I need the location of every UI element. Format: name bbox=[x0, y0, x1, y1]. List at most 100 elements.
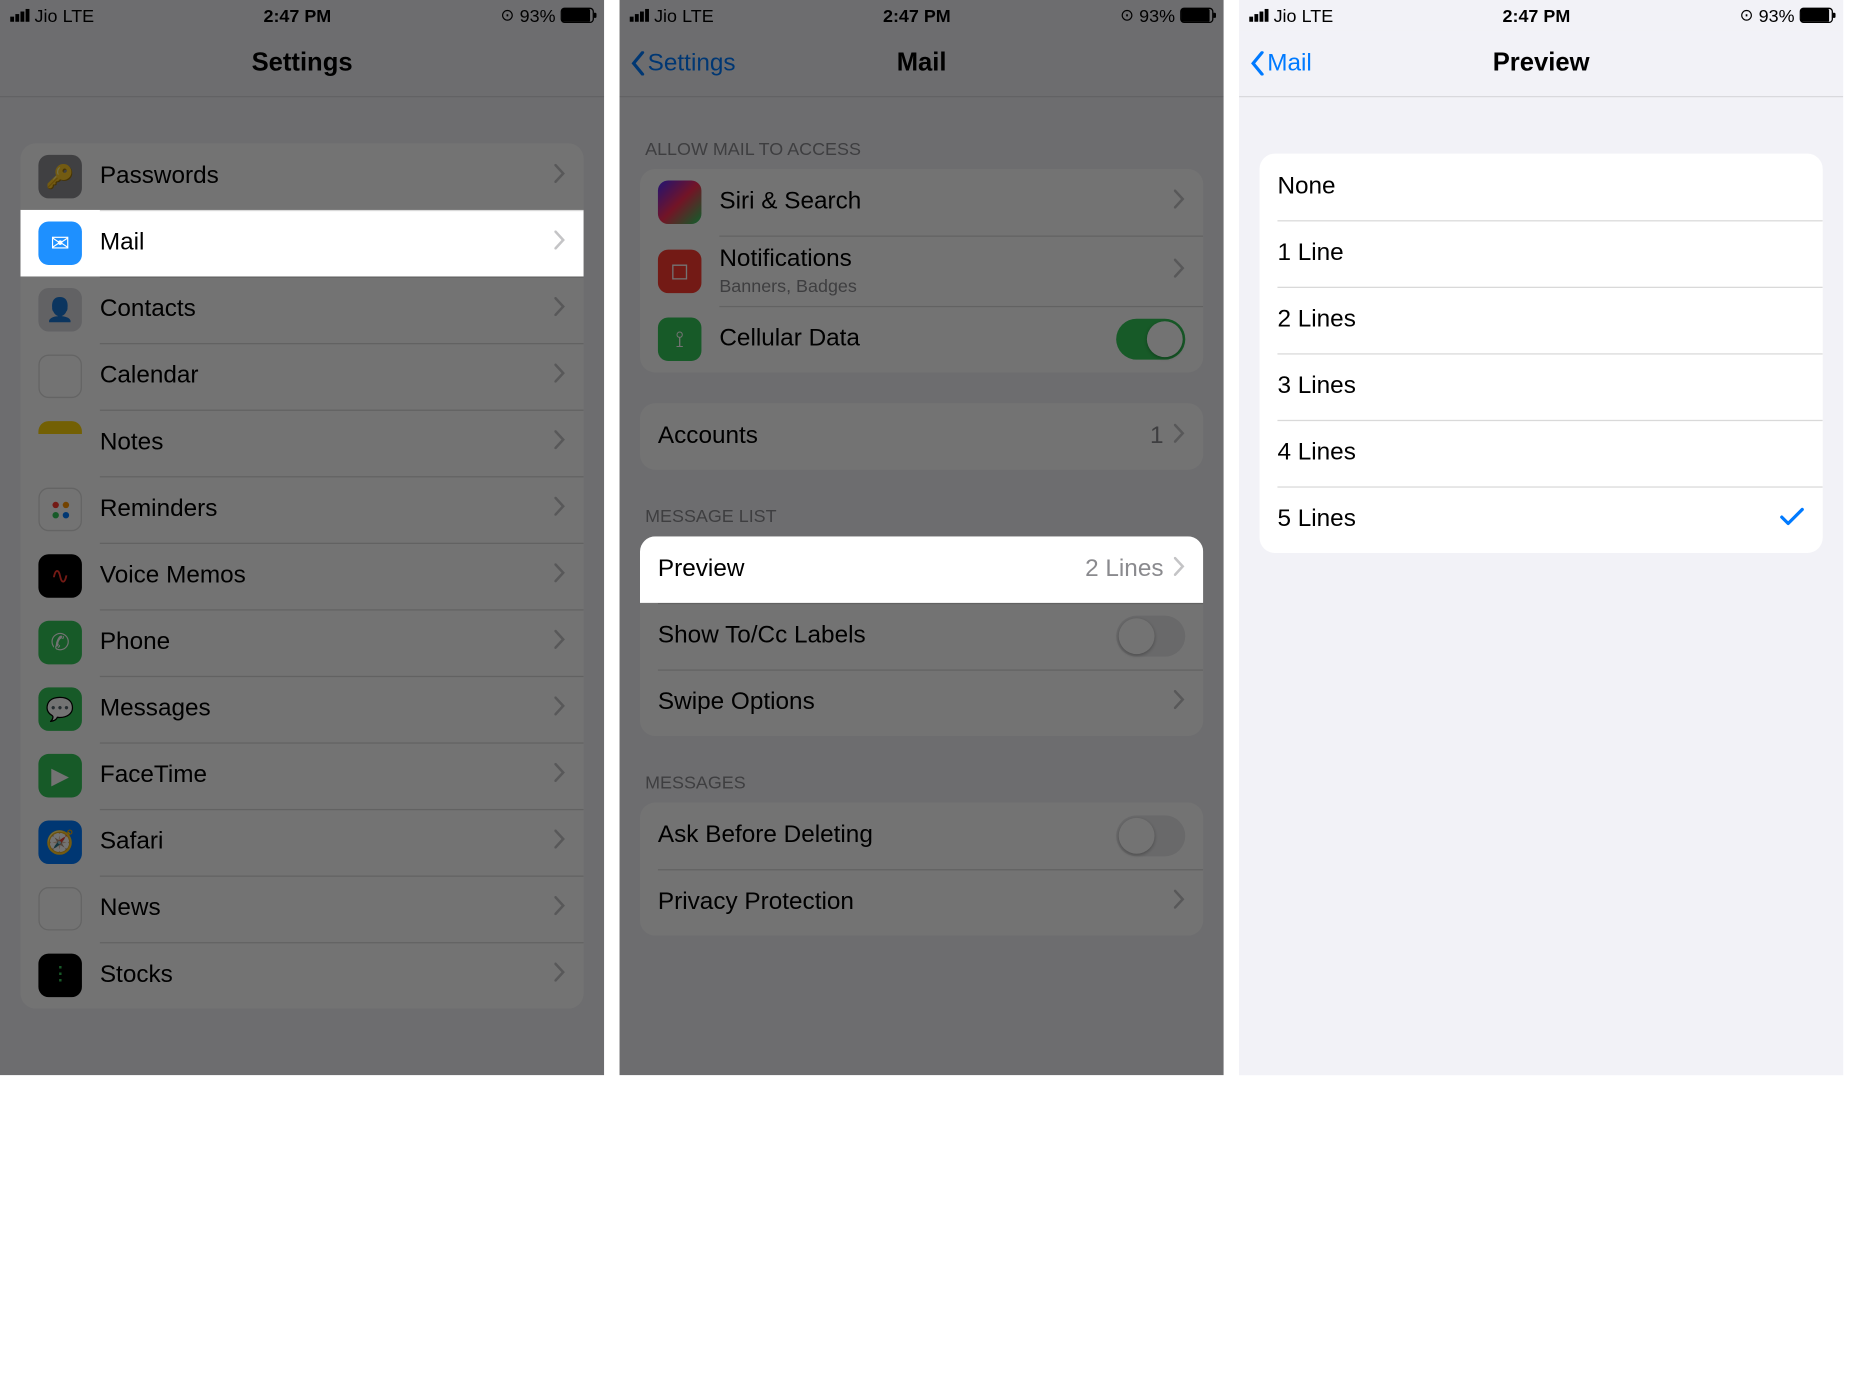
row-label: Passwords bbox=[100, 163, 554, 191]
row-label: Preview bbox=[658, 556, 1085, 584]
settings-row-facetime[interactable]: ▶ FaceTime bbox=[20, 742, 583, 809]
notifications-icon: ◻ bbox=[658, 249, 702, 293]
chevron-right-icon bbox=[554, 829, 566, 855]
settings-row-news[interactable]: N News bbox=[20, 876, 583, 943]
option-label: None bbox=[1277, 173, 1804, 201]
battery-pct: 93% bbox=[1759, 5, 1795, 25]
chevron-right-icon bbox=[1174, 557, 1186, 583]
option-label: 3 Lines bbox=[1277, 372, 1804, 400]
row-label: Messages bbox=[100, 695, 554, 723]
back-button[interactable]: Mail bbox=[1249, 49, 1312, 77]
chevron-right-icon bbox=[554, 696, 566, 722]
section-header-message-list: MESSAGE LIST bbox=[620, 470, 1224, 537]
network-label: LTE bbox=[63, 5, 95, 25]
screen-preview: Jio LTE 2:47 PM ⊙ 93% Mail Preview None … bbox=[1239, 0, 1843, 1075]
nav-bar: Settings Mail bbox=[620, 31, 1224, 98]
chevron-right-icon bbox=[554, 497, 566, 523]
mail-row-siri[interactable]: Siri & Search bbox=[640, 169, 1203, 236]
chevron-right-icon bbox=[554, 164, 566, 190]
row-label: News bbox=[100, 895, 554, 923]
status-time: 2:47 PM bbox=[1503, 5, 1571, 25]
row-label: Calendar bbox=[100, 362, 554, 390]
settings-row-notes[interactable]: Notes bbox=[20, 410, 583, 477]
notes-icon bbox=[38, 421, 82, 465]
carrier-label: Jio bbox=[35, 5, 58, 25]
option-label: 4 Lines bbox=[1277, 439, 1804, 467]
chevron-right-icon bbox=[554, 297, 566, 323]
settings-row-calendar[interactable]: ▬⋯ Calendar bbox=[20, 343, 583, 410]
row-label: Reminders bbox=[100, 495, 554, 523]
screen-mail-settings: Jio LTE 2:47 PM ⊙ 93% Settings Mail ALLO… bbox=[620, 0, 1224, 1075]
settings-row-voice-memos[interactable]: ∿ Voice Memos bbox=[20, 543, 583, 610]
carrier-label: Jio bbox=[1274, 5, 1297, 25]
preview-option-none[interactable]: None bbox=[1260, 154, 1823, 221]
mail-row-privacy[interactable]: Privacy Protection bbox=[640, 869, 1203, 936]
row-label: Privacy Protection bbox=[658, 888, 1174, 916]
row-label: FaceTime bbox=[100, 762, 554, 790]
preview-option-1-line[interactable]: 1 Line bbox=[1260, 220, 1823, 287]
mail-row-preview[interactable]: Preview 2 Lines bbox=[640, 536, 1203, 603]
row-sublabel: Banners, Badges bbox=[719, 275, 1173, 295]
preview-option-2-lines[interactable]: 2 Lines bbox=[1260, 287, 1823, 354]
voice-memos-icon: ∿ bbox=[38, 554, 82, 598]
network-label: LTE bbox=[682, 5, 714, 25]
signal-icon bbox=[1249, 9, 1268, 22]
option-label: 1 Line bbox=[1277, 239, 1804, 267]
preview-option-3-lines[interactable]: 3 Lines bbox=[1260, 353, 1823, 420]
row-label: Contacts bbox=[100, 296, 554, 324]
status-time: 2:47 PM bbox=[883, 5, 951, 25]
settings-row-messages[interactable]: 💬 Messages bbox=[20, 676, 583, 743]
battery-pct: 93% bbox=[1139, 5, 1175, 25]
status-bar: Jio LTE 2:47 PM ⊙ 93% bbox=[1239, 0, 1843, 31]
settings-row-contacts[interactable]: 👤 Contacts bbox=[20, 276, 583, 343]
preview-option-5-lines[interactable]: 5 Lines bbox=[1260, 486, 1823, 553]
mail-row-show-tocc[interactable]: Show To/Cc Labels bbox=[640, 603, 1203, 670]
settings-row-passwords[interactable]: 🔑 Passwords bbox=[20, 143, 583, 210]
chevron-right-icon bbox=[554, 230, 566, 256]
chevron-right-icon bbox=[554, 896, 566, 922]
battery-pct: 93% bbox=[520, 5, 556, 25]
mail-row-ask-delete[interactable]: Ask Before Deleting bbox=[640, 803, 1203, 870]
status-bar: Jio LTE 2:47 PM ⊙ 93% bbox=[0, 0, 604, 31]
alarm-icon: ⊙ bbox=[501, 5, 515, 25]
row-label: Ask Before Deleting bbox=[658, 822, 1116, 850]
facetime-icon: ▶ bbox=[38, 754, 82, 798]
news-icon: N bbox=[38, 887, 82, 931]
row-label: Phone bbox=[100, 628, 554, 656]
accounts-count: 1 bbox=[1150, 422, 1164, 450]
preview-option-4-lines[interactable]: 4 Lines bbox=[1260, 420, 1823, 487]
settings-row-mail[interactable]: ✉︎ Mail bbox=[20, 210, 583, 277]
back-label: Settings bbox=[648, 49, 736, 77]
mail-row-swipe-options[interactable]: Swipe Options bbox=[640, 669, 1203, 736]
option-label: 2 Lines bbox=[1277, 306, 1804, 334]
row-label: Voice Memos bbox=[100, 562, 554, 590]
row-label: Cellular Data bbox=[719, 325, 1116, 353]
alarm-icon: ⊙ bbox=[1120, 5, 1134, 25]
mail-icon: ✉︎ bbox=[38, 221, 82, 265]
chevron-right-icon bbox=[554, 963, 566, 989]
settings-row-reminders[interactable]: Reminders bbox=[20, 476, 583, 543]
settings-row-safari[interactable]: 🧭 Safari bbox=[20, 809, 583, 876]
section-header-allow: ALLOW MAIL TO ACCESS bbox=[620, 102, 1224, 169]
section-header-messages: MESSAGES bbox=[620, 736, 1224, 803]
row-label: Accounts bbox=[658, 422, 1150, 450]
settings-row-phone[interactable]: ✆ Phone bbox=[20, 609, 583, 676]
chevron-left-icon bbox=[1249, 51, 1264, 77]
mail-row-accounts[interactable]: Accounts 1 bbox=[640, 403, 1203, 470]
contacts-icon: 👤 bbox=[38, 288, 82, 332]
tocc-toggle[interactable] bbox=[1116, 616, 1185, 657]
settings-row-stocks[interactable]: ⫶ Stocks bbox=[20, 942, 583, 1009]
cellular-toggle[interactable] bbox=[1116, 319, 1185, 360]
chevron-right-icon bbox=[1174, 258, 1186, 284]
mail-row-notifications[interactable]: ◻ Notifications Banners, Badges bbox=[640, 236, 1203, 306]
back-button[interactable]: Settings bbox=[630, 49, 736, 77]
page-title: Settings bbox=[252, 49, 353, 78]
siri-icon bbox=[658, 180, 702, 224]
battery-icon bbox=[1180, 8, 1213, 23]
mail-row-cellular[interactable]: ⟟ Cellular Data bbox=[640, 306, 1203, 373]
row-label: Mail bbox=[100, 229, 554, 257]
cellular-icon: ⟟ bbox=[658, 317, 702, 361]
ask-delete-toggle[interactable] bbox=[1116, 815, 1185, 856]
battery-icon bbox=[1800, 8, 1833, 23]
option-label: 5 Lines bbox=[1277, 506, 1779, 534]
